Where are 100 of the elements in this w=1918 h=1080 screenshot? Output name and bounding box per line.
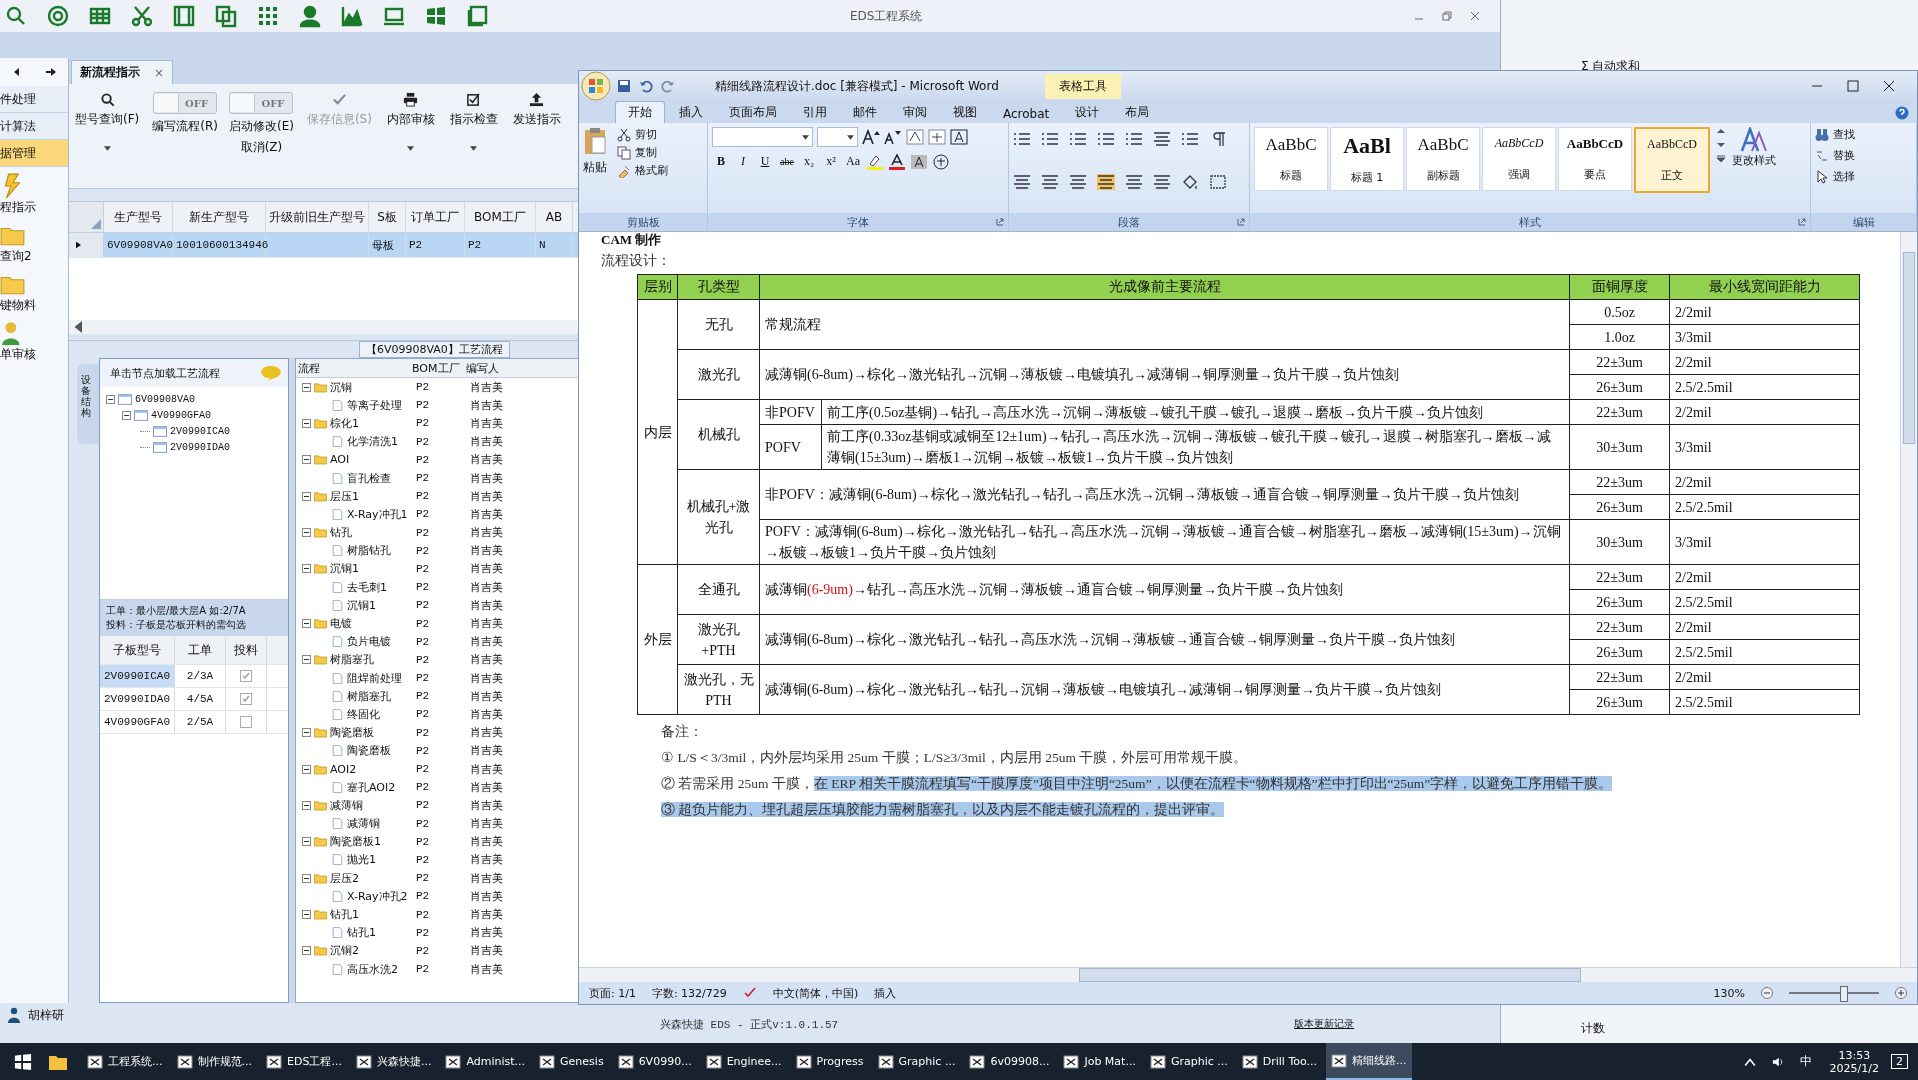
column-header[interactable]: 投料 xyxy=(226,636,267,664)
collapse-toggle[interactable] xyxy=(122,410,131,420)
table-cell[interactable]: 4V0990GFA0 xyxy=(100,711,175,733)
ribbon-tab[interactable]: 视图 xyxy=(941,102,989,123)
scissors-icon[interactable] xyxy=(130,4,154,28)
column-header[interactable]: 子板型号 xyxy=(100,636,175,664)
office-button-icon[interactable] xyxy=(581,71,611,101)
align-right-icon[interactable] xyxy=(1069,174,1087,190)
vertical-scrollbar[interactable] xyxy=(1900,232,1917,967)
tree-item[interactable]: 负片电镀 xyxy=(347,634,391,650)
clear-format-icon[interactable] xyxy=(906,129,924,145)
taskbar-button[interactable]: Graphic ... xyxy=(872,1043,961,1080)
tree-item[interactable]: 陶瓷磨板 xyxy=(347,743,391,759)
table-cell[interactable]: 2V0990ICA0 xyxy=(100,665,175,687)
taskbar-button[interactable]: 6v09908... xyxy=(964,1043,1055,1080)
zoom-out-button[interactable] xyxy=(1761,987,1773,999)
taskbar-button[interactable]: EDS工程... xyxy=(261,1043,347,1080)
column-header[interactable]: 订单工厂 xyxy=(406,202,465,232)
collapse-toggle[interactable] xyxy=(302,728,311,738)
person-icon[interactable] xyxy=(298,4,322,28)
tree-item[interactable]: AOI2 xyxy=(330,762,357,776)
maximize-button[interactable] xyxy=(1847,80,1859,92)
save-icon[interactable] xyxy=(617,79,631,93)
collapse-toggle[interactable] xyxy=(302,455,311,465)
collapse-toggle[interactable] xyxy=(302,418,311,428)
column-header[interactable]: 编写人 xyxy=(466,360,522,376)
style-option[interactable]: AaBbC 副标题 xyxy=(1406,127,1480,191)
bullet-list-icon[interactable] xyxy=(1013,131,1031,147)
grid-icon[interactable] xyxy=(256,4,280,28)
taskbar-button[interactable]: Administ... xyxy=(440,1043,531,1080)
update-link[interactable]: 版本更新记录 xyxy=(1294,1017,1355,1031)
grow-font-icon[interactable] xyxy=(862,129,880,145)
document-tab[interactable]: 新流程指示 × xyxy=(71,60,174,84)
tree-item[interactable]: 2V0990ICA0 xyxy=(170,425,230,437)
lifebuoy-icon[interactable] xyxy=(46,4,70,28)
collapse-toggle[interactable] xyxy=(302,491,311,501)
format-button[interactable]: I xyxy=(734,153,752,170)
collapse-toggle[interactable] xyxy=(106,394,115,404)
tree-item[interactable]: 沉铜2 xyxy=(330,943,359,959)
ribbon-button[interactable]: 复制 xyxy=(617,145,668,160)
taskbar-button[interactable]: Genesis xyxy=(534,1043,609,1080)
caret-icon[interactable] xyxy=(847,134,854,140)
scroll-up-icon[interactable] xyxy=(1716,127,1726,135)
shading-icon[interactable] xyxy=(1181,174,1199,190)
collapse-toggle[interactable] xyxy=(302,910,311,920)
tree-item[interactable]: 沉铜1 xyxy=(347,597,376,613)
format-button[interactable]: x₂ xyxy=(800,153,818,170)
tree-item[interactable]: 树脂钻孔 xyxy=(347,543,391,559)
cancel-button[interactable]: 取消(Z) xyxy=(240,139,283,156)
ribbon-button[interactable]: 替换 xyxy=(1815,148,1855,163)
close-tab-button[interactable]: × xyxy=(154,65,165,80)
column-header[interactable]: 升级前旧生产型号 xyxy=(266,202,369,232)
format-button[interactable]: B xyxy=(712,153,730,170)
tree-item[interactable]: 高压水洗2 xyxy=(347,961,398,977)
column-header[interactable]: BOM工厂 xyxy=(465,202,536,232)
checkbox[interactable] xyxy=(240,670,252,682)
taskbar-button[interactable]: 工程系统... xyxy=(82,1043,168,1080)
tree-item[interactable]: 层压2 xyxy=(330,870,359,886)
column-header[interactable]: 生产型号 xyxy=(104,202,173,232)
tab-label[interactable]: 新流程指示 xyxy=(80,64,140,81)
tree-item[interactable]: 塞孔AOI2 xyxy=(347,779,396,795)
collapse-toggle[interactable] xyxy=(302,382,311,392)
ribbon-tab[interactable]: 邮件 xyxy=(841,102,889,123)
tree-item[interactable]: 钻孔 xyxy=(330,525,352,541)
collapse-toggle[interactable] xyxy=(302,655,311,665)
toolbar-button[interactable]: 型号查询(F) xyxy=(73,90,142,153)
horizontal-scrollbar[interactable] xyxy=(579,967,1917,982)
ribbon-tab[interactable]: 布局 xyxy=(1113,102,1162,123)
toolbar-button[interactable]: 指示检查 xyxy=(447,90,500,153)
taskbar-button[interactable]: Graphic ... xyxy=(1144,1043,1233,1080)
help-icon[interactable] xyxy=(1895,106,1909,120)
column-header[interactable]: 工单 xyxy=(175,636,226,664)
tree-item[interactable]: 去毛刺1 xyxy=(347,579,387,595)
justify-icon[interactable] xyxy=(1097,174,1115,190)
zoom-level[interactable]: 130% xyxy=(1713,986,1745,1000)
undo-icon[interactable] xyxy=(639,79,653,93)
character-shading-icon[interactable] xyxy=(910,153,928,170)
caret-icon[interactable] xyxy=(802,134,809,140)
tree-item[interactable]: 盲孔检查 xyxy=(347,470,391,486)
tree-item[interactable]: 陶瓷磨板 xyxy=(330,725,374,741)
taskbar-button[interactable]: Enginee... xyxy=(700,1043,787,1080)
ribbon-tab[interactable]: 审阅 xyxy=(891,102,939,123)
style-option[interactable]: AaBbC 标题 xyxy=(1254,127,1328,191)
tree-item[interactable]: 阻焊前处理 xyxy=(347,670,402,686)
ribbon-tab[interactable]: 设计 xyxy=(1063,102,1112,123)
caret-icon[interactable] xyxy=(470,146,478,151)
ribbon-button[interactable]: 剪切 xyxy=(617,127,668,142)
paste-button[interactable]: 粘贴 xyxy=(583,127,607,176)
collapse-toggle[interactable] xyxy=(302,800,311,810)
shrink-font-icon[interactable] xyxy=(884,129,902,145)
nav-item[interactable]: 键物料 xyxy=(0,297,36,314)
dialog-launcher-icon[interactable] xyxy=(1237,218,1245,226)
collapse-toggle[interactable] xyxy=(302,564,311,574)
tree-item[interactable]: 层压1 xyxy=(330,488,359,504)
nav-item[interactable]: 查询2 xyxy=(0,248,32,265)
column-header[interactable]: 新生产型号 xyxy=(173,202,266,232)
checkbox[interactable] xyxy=(240,716,252,728)
column-header[interactable]: BOM工厂 xyxy=(412,360,466,376)
scroll-left-icon[interactable] xyxy=(73,321,85,333)
tree-item[interactable]: 钻孔1 xyxy=(347,925,376,941)
